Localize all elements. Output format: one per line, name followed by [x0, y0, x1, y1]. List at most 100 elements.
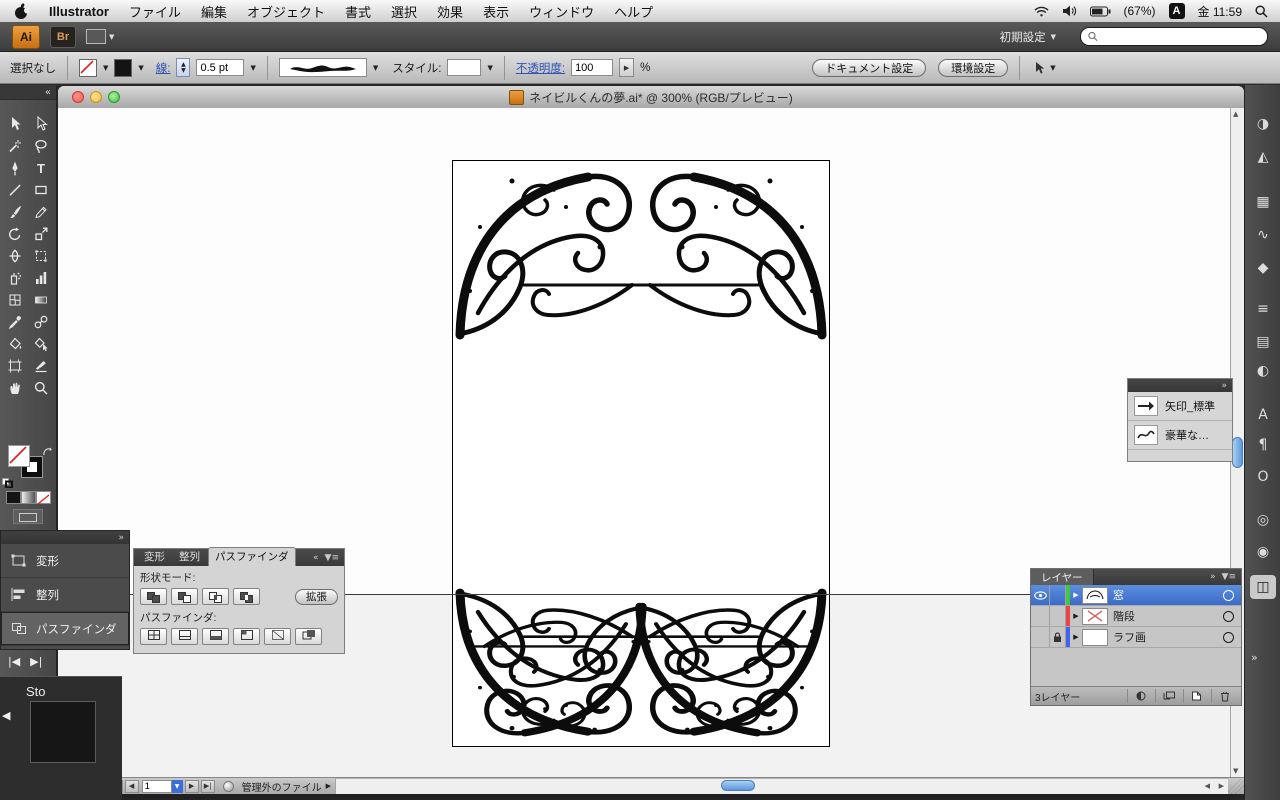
dock-header[interactable]: » — [1, 531, 129, 544]
search-input[interactable] — [1101, 29, 1260, 44]
selection-tool[interactable] — [2, 113, 28, 135]
bridge-icon[interactable]: Br — [50, 25, 76, 48]
paragraph-panel-icon[interactable]: ¶ — [1250, 433, 1276, 457]
layer-name[interactable]: 階段 — [1113, 608, 1223, 624]
expand-panel-icon[interactable]: » — [1221, 381, 1227, 391]
expand-panel-icon[interactable]: » — [1210, 572, 1216, 582]
gradient-tool[interactable] — [28, 289, 54, 311]
collapse-panel-icon[interactable]: « — [313, 553, 319, 563]
color-guide-panel-icon[interactable]: ◭ — [1250, 145, 1276, 169]
rotate-tool[interactable] — [2, 223, 28, 245]
column-graph-tool[interactable] — [28, 267, 54, 289]
rectangle-tool[interactable] — [28, 179, 54, 201]
width-tool[interactable] — [2, 245, 28, 267]
new-sublayer-button[interactable] — [1155, 689, 1181, 703]
status-flyout-icon[interactable]: ▶ — [326, 782, 331, 790]
character-panel-icon[interactable]: A — [1250, 403, 1276, 427]
illustrator-app-icon[interactable]: Ai — [12, 24, 40, 49]
search-field[interactable] — [1080, 27, 1268, 46]
select-similar-button[interactable]: ▼ — [1031, 60, 1056, 76]
artboard-dropdown-icon[interactable]: ▼ — [171, 779, 183, 793]
pen-tool[interactable] — [2, 157, 28, 179]
horizontal-scrollbar[interactable]: ◀ ▶ — [334, 778, 1228, 794]
tab-layers[interactable]: レイヤー — [1031, 569, 1094, 585]
minus-back-button[interactable] — [295, 628, 322, 645]
glyphs-panel-icon[interactable]: O — [1250, 465, 1276, 489]
layer-thumbnail[interactable] — [1082, 607, 1108, 625]
battery-percent[interactable]: (67%) — [1124, 4, 1156, 18]
live-paint-bucket-tool[interactable] — [2, 333, 28, 355]
arrange-documents-button[interactable]: ▼ — [86, 29, 114, 44]
layer-row[interactable]: ▶ 階段 — [1031, 606, 1241, 627]
direct-selection-tool[interactable] — [28, 113, 54, 135]
symbols-panel-icon[interactable]: ◆ — [1250, 256, 1276, 280]
menu-type[interactable]: 書式 — [345, 2, 371, 21]
dock-button-align[interactable]: 整列 — [1, 578, 129, 612]
intersect-button[interactable] — [202, 588, 229, 605]
free-transform-tool[interactable] — [28, 245, 54, 267]
symbol-sprayer-tool[interactable] — [2, 267, 28, 289]
battery-icon[interactable] — [1089, 6, 1111, 17]
layer-name[interactable]: 窓 — [1113, 587, 1223, 603]
expand-layer-icon[interactable]: ▶ — [1070, 612, 1082, 620]
style-dropdown-value[interactable] — [447, 59, 482, 76]
panel-scroll-left-icon[interactable]: ◀ — [2, 709, 10, 722]
artboard-number-input[interactable] — [141, 779, 172, 793]
lasso-tool[interactable] — [28, 135, 54, 157]
menu-clock[interactable]: 金 11:59 — [1198, 3, 1242, 20]
volume-icon[interactable] — [1062, 5, 1077, 17]
hand-tool[interactable] — [2, 377, 28, 399]
appearance-panel-icon[interactable]: ◉ — [1250, 540, 1276, 564]
visibility-toggle[interactable] — [1031, 627, 1050, 647]
scroll-down-arrow[interactable]: ▼ — [1233, 767, 1238, 775]
live-paint-selection-tool[interactable] — [28, 333, 54, 355]
fill-swatch[interactable] — [8, 445, 30, 467]
scale-tool[interactable] — [28, 223, 54, 245]
input-method-badge[interactable]: A — [1168, 3, 1185, 19]
wifi-icon[interactable] — [1033, 6, 1049, 17]
scroll-right-arrow[interactable]: ▶ — [1219, 782, 1224, 790]
opacity-input[interactable] — [571, 59, 614, 76]
swatches-panel-icon[interactable]: ▦ — [1250, 190, 1276, 214]
stepper-down-icon[interactable]: ▼ — [181, 67, 186, 74]
panel-menu-icon[interactable]: ▼≡ — [1222, 572, 1236, 582]
make-clipping-mask-button[interactable] — [1127, 689, 1153, 703]
eyedropper-tool[interactable] — [2, 311, 28, 333]
target-circle[interactable] — [1223, 589, 1234, 601]
merge-button[interactable] — [202, 628, 229, 645]
delete-layer-button[interactable] — [1211, 689, 1237, 703]
panel-thumbnail[interactable] — [30, 701, 96, 763]
document-setup-button[interactable]: ドキュメント設定 — [812, 58, 927, 77]
layer-row[interactable]: ▶ ラフ画 — [1031, 627, 1241, 648]
opacity-flyout-icon[interactable]: ▶ — [624, 64, 629, 72]
menu-file[interactable]: ファイル — [129, 2, 181, 21]
scroll-left-arrow[interactable]: ◀ — [1205, 782, 1210, 790]
apple-menu-icon[interactable] — [14, 2, 29, 20]
stroke-panel-link[interactable]: 線: — [156, 60, 171, 76]
brush-dropdown-icon[interactable]: ▼ — [373, 64, 378, 72]
dock-button-transform[interactable]: 変形 — [1, 544, 129, 578]
layers-panel-icon[interactable]: ◫ — [1250, 575, 1276, 599]
paintbrush-tool[interactable] — [2, 201, 28, 223]
visibility-toggle[interactable] — [1031, 585, 1050, 605]
zoom-window-button[interactable] — [108, 91, 120, 103]
brush-panel-header[interactable]: » — [1128, 379, 1232, 392]
slice-tool[interactable] — [28, 355, 54, 377]
menu-edit[interactable]: 編集 — [201, 2, 227, 21]
blend-tool[interactable] — [28, 311, 54, 333]
tools-panel-header[interactable]: « — [0, 85, 56, 100]
mesh-tool[interactable] — [2, 289, 28, 311]
style-dropdown-icon[interactable]: ▼ — [487, 64, 492, 72]
layer-row[interactable]: ▶ 窓 — [1031, 585, 1241, 606]
menu-view[interactable]: 表示 — [483, 2, 509, 21]
minus-front-button[interactable] — [171, 588, 198, 605]
menu-help[interactable]: ヘルプ — [614, 2, 653, 21]
swap-fill-stroke-button[interactable] — [42, 445, 53, 463]
artboard-artwork[interactable] — [452, 160, 830, 747]
color-button[interactable] — [6, 491, 21, 504]
next-artboard-button[interactable]: ▶ — [184, 779, 199, 793]
vertical-scroll-thumb[interactable] — [1232, 437, 1243, 468]
type-tool[interactable]: T — [28, 157, 54, 179]
expand-layer-icon[interactable]: ▶ — [1070, 591, 1082, 599]
last-artboard-button[interactable]: ▶| — [200, 779, 215, 793]
